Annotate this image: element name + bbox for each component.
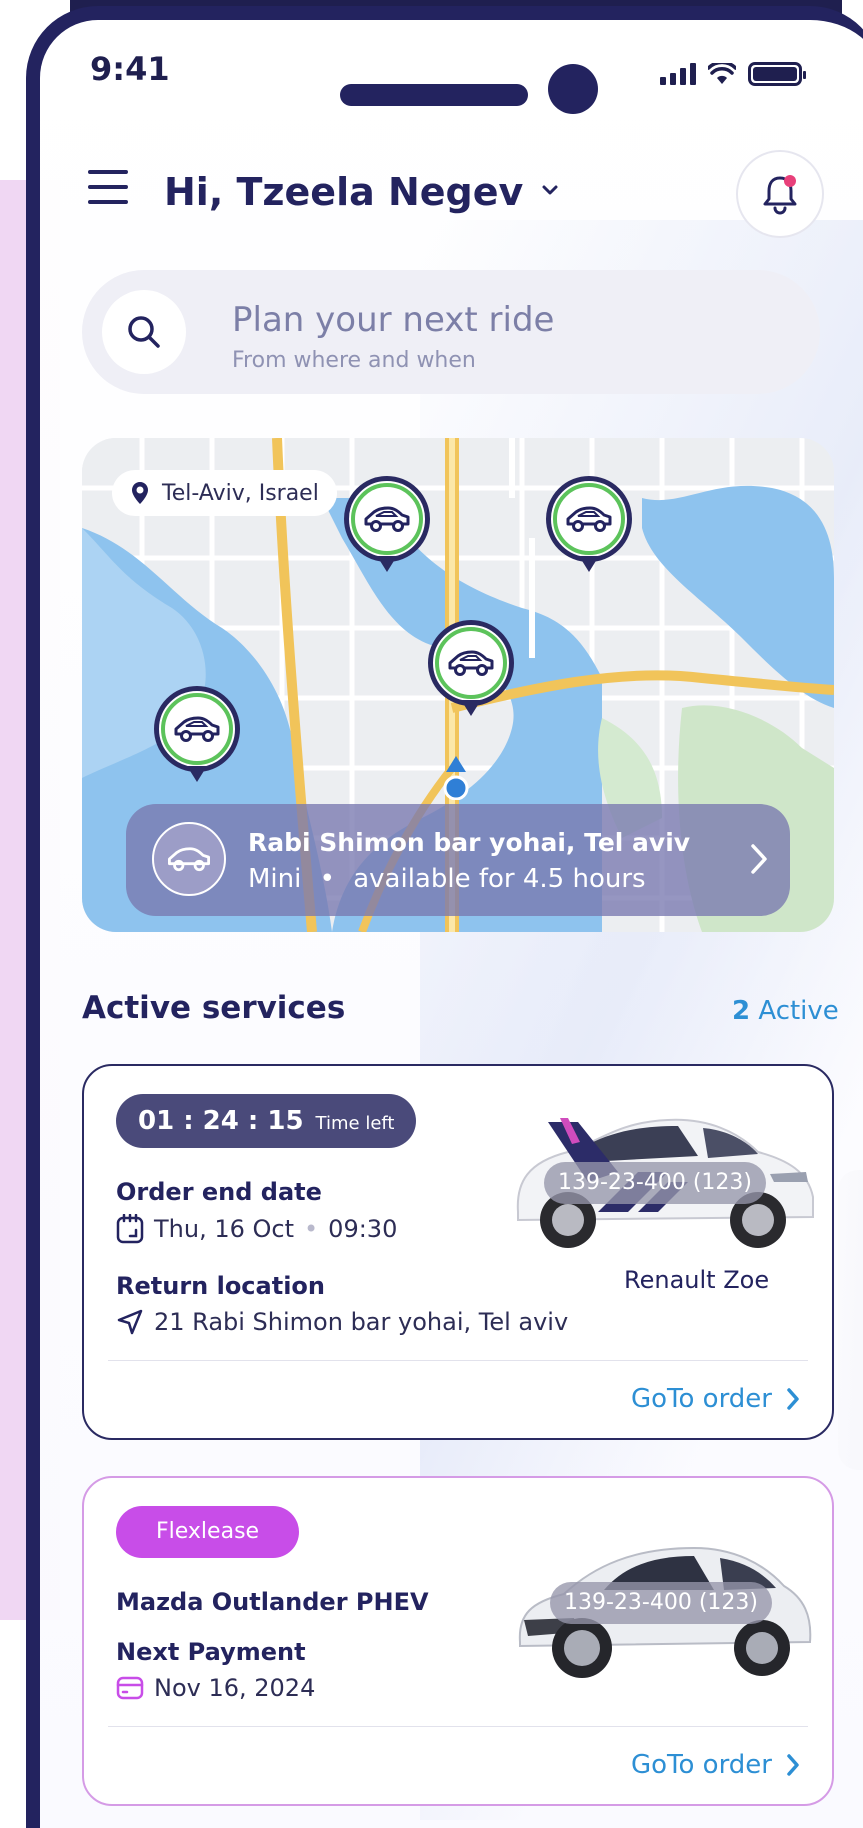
next-payment-date: Nov 16, 2024 bbox=[154, 1674, 316, 1702]
lease-car-model: Mazda Outlander PHEV bbox=[116, 1588, 429, 1616]
status-icons bbox=[660, 62, 806, 86]
car-icon bbox=[364, 506, 410, 532]
status-time: 9:41 bbox=[90, 50, 170, 88]
user-location-icon bbox=[443, 756, 469, 800]
end-date-row: Thu, 16 Oct • 09:30 bbox=[116, 1214, 397, 1244]
return-address: 21 Rabi Shimon bar yohai, Tel aviv bbox=[154, 1308, 569, 1336]
active-count[interactable]: 2 Active bbox=[732, 996, 839, 1026]
car-marker[interactable] bbox=[428, 620, 514, 724]
ride-separator: • bbox=[319, 864, 335, 894]
car-icon bbox=[566, 506, 612, 532]
chevron-down-icon[interactable] bbox=[540, 180, 560, 200]
ride-details: Mini • available for 4.5 hours bbox=[248, 864, 646, 894]
location-pin-icon bbox=[132, 482, 148, 504]
battery-icon bbox=[748, 62, 806, 86]
camera-dot bbox=[548, 64, 598, 114]
chevron-right-icon bbox=[787, 1388, 799, 1410]
car-marker[interactable] bbox=[154, 686, 240, 790]
ride-car-avatar bbox=[152, 822, 226, 896]
return-location-row: 21 Rabi Shimon bar yohai, Tel aviv bbox=[116, 1308, 568, 1336]
timer-value: 01 : 24 : 15 bbox=[138, 1106, 304, 1136]
chevron-right-icon bbox=[787, 1754, 799, 1776]
car-icon bbox=[174, 716, 220, 742]
active-count-number: 2 bbox=[732, 996, 751, 1026]
goto-order-link[interactable]: GoTo order bbox=[631, 1384, 800, 1414]
available-ride-card[interactable]: Rabi Shimon bar yohai, Tel aviv Mini • a… bbox=[126, 804, 790, 916]
car-marker[interactable] bbox=[344, 476, 430, 580]
license-plate: 139-23-400 (123) bbox=[544, 1162, 767, 1204]
car-model: Renault Zoe bbox=[624, 1266, 770, 1294]
section-title: Active services bbox=[82, 990, 346, 1026]
order-card[interactable]: 01 : 24 : 15 Time left Order end date Th… bbox=[82, 1064, 834, 1440]
navigation-arrow-icon bbox=[117, 1309, 143, 1335]
search-title: Plan your next ride bbox=[232, 300, 555, 340]
search-subtitle: From where and when bbox=[232, 348, 476, 373]
notch-pill bbox=[340, 84, 528, 106]
credit-card-icon bbox=[116, 1676, 144, 1700]
end-time: 09:30 bbox=[328, 1215, 398, 1243]
card-divider bbox=[108, 1360, 808, 1361]
menu-icon[interactable] bbox=[88, 170, 128, 204]
active-count-label: Active bbox=[758, 996, 839, 1026]
search-button[interactable] bbox=[102, 290, 186, 374]
car-icon bbox=[448, 650, 494, 676]
wifi-icon bbox=[708, 63, 736, 84]
phone-frame: 9:41 Hi, Tzeela Negev Plan your next rid… bbox=[26, 6, 863, 1828]
goto-order-label: GoTo order bbox=[630, 1384, 772, 1414]
ride-availability: available for 4.5 hours bbox=[353, 864, 646, 894]
car-icon bbox=[167, 847, 210, 872]
chevron-right-icon[interactable] bbox=[748, 842, 770, 876]
calendar-icon bbox=[116, 1214, 144, 1244]
location-chip[interactable]: Tel-Aviv, Israel bbox=[112, 470, 337, 516]
timer-badge: 01 : 24 : 15 Time left bbox=[116, 1094, 417, 1148]
bell-icon bbox=[763, 175, 797, 215]
ride-car-class: Mini bbox=[248, 864, 302, 894]
card-divider bbox=[108, 1726, 808, 1727]
goto-order-link[interactable]: GoTo order bbox=[631, 1750, 800, 1780]
end-date: Thu, 16 Oct bbox=[154, 1215, 295, 1243]
flexlease-badge: Flexlease bbox=[116, 1506, 300, 1558]
end-time-separator: • bbox=[304, 1215, 319, 1243]
location-label: Tel-Aviv, Israel bbox=[162, 480, 319, 506]
greeting-title: Hi, Tzeela Negev bbox=[164, 170, 524, 214]
return-location-label: Return location bbox=[116, 1272, 326, 1300]
next-payment-label: Next Payment bbox=[116, 1638, 306, 1666]
timer-label: Time left bbox=[315, 1113, 395, 1134]
goto-order-label: GoTo order bbox=[630, 1750, 772, 1780]
search-bar[interactable]: Plan your next ride From where and when bbox=[82, 270, 820, 394]
end-date-label: Order end date bbox=[116, 1178, 322, 1206]
notifications-button[interactable] bbox=[736, 150, 824, 238]
lease-card[interactable]: Flexlease Mazda Outlander PHEV Next Paym… bbox=[82, 1476, 834, 1806]
license-plate: 139-23-400 (123) bbox=[550, 1582, 773, 1624]
next-payment-row: Nov 16, 2024 bbox=[116, 1674, 315, 1702]
signal-icon bbox=[660, 63, 696, 85]
ride-address: Rabi Shimon bar yohai, Tel aviv bbox=[248, 828, 691, 857]
map-view[interactable]: Tel-Aviv, Israel Rabi Shimon bar yohai, … bbox=[82, 438, 834, 932]
car-marker[interactable] bbox=[546, 476, 632, 580]
search-icon bbox=[128, 316, 160, 348]
